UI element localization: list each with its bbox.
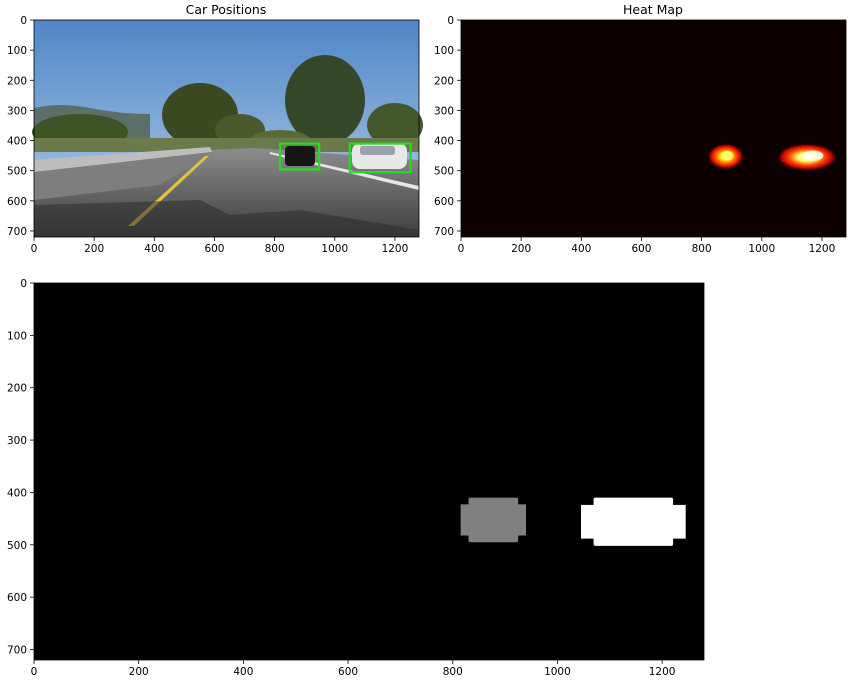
x-tick-label: 1000: [321, 243, 348, 255]
heat-map-background: [461, 20, 846, 237]
y-tick-label: 300: [7, 105, 27, 117]
x-tick-label: 400: [144, 243, 164, 255]
road-scene-image: [32, 20, 423, 237]
x-tick-label: 600: [631, 243, 651, 255]
y-tick-label: 400: [7, 487, 27, 499]
heat-map-title: Heat Map: [623, 2, 683, 17]
y-tick-label: 400: [434, 136, 454, 148]
heat-blob-peak: [720, 150, 734, 161]
y-tick-label: 300: [434, 105, 454, 117]
y-tick-label: 600: [434, 196, 454, 208]
label-region-core: [593, 497, 674, 546]
car-positions-title: Car Positions: [186, 2, 267, 17]
y-tick-label: 100: [434, 45, 454, 57]
labels-panel: 0 200 400 600 800 1000 1200 0 100 200 300 400 500 60…: [7, 278, 705, 678]
heat-blob-peak: [802, 150, 824, 161]
x-tick-label: 0: [31, 243, 38, 255]
x-tick-label: 0: [458, 243, 465, 255]
y-tick-label: 500: [7, 540, 27, 552]
x-tick-label: 800: [443, 666, 463, 678]
x-tick-label: 1200: [649, 666, 676, 678]
y-tick-label: 200: [7, 75, 27, 87]
x-tick-label: 400: [571, 243, 591, 255]
heat-map-panel: Heat Map 0 200 400 600 800 1000 1200 0 100 200 30…: [434, 2, 847, 255]
y-tick-label: 500: [7, 166, 27, 178]
labels-background: [34, 283, 704, 660]
y-tick-label: 700: [7, 226, 27, 238]
y-tick-label: 600: [7, 196, 27, 208]
y-tick-label: 0: [447, 15, 454, 27]
y-tick-label: 100: [7, 330, 27, 342]
label-region-core: [468, 497, 519, 543]
x-tick-label: 600: [338, 666, 358, 678]
x-tick-label: 400: [233, 666, 253, 678]
x-tick-label: 600: [204, 243, 224, 255]
x-tick-label: 200: [84, 243, 104, 255]
y-tick-label: 600: [7, 592, 27, 604]
car-positions-panel: Car Positions 0 200 400 600 800 1000 120…: [7, 2, 423, 255]
y-tick-label: 700: [434, 226, 454, 238]
x-tick-label: 800: [265, 243, 285, 255]
x-tick-label: 800: [692, 243, 712, 255]
y-tick-label: 400: [7, 136, 27, 148]
y-tick-label: 200: [434, 75, 454, 87]
x-tick-label: 1200: [382, 243, 409, 255]
y-tick-label: 300: [7, 435, 27, 447]
y-tick-label: 0: [20, 15, 27, 27]
x-tick-label: 1200: [809, 243, 836, 255]
x-tick-label: 1000: [748, 243, 775, 255]
y-tick-label: 200: [7, 383, 27, 395]
y-tick-label: 500: [434, 166, 454, 178]
x-tick-label: 200: [511, 243, 531, 255]
figure: Car Positions 0 200 400 600 800 1000 120…: [7, 2, 847, 678]
y-tick-label: 100: [7, 45, 27, 57]
x-tick-label: 1000: [544, 666, 571, 678]
x-tick-label: 0: [31, 666, 38, 678]
y-tick-label: 0: [20, 278, 27, 290]
x-tick-label: 200: [129, 666, 149, 678]
y-tick-label: 700: [7, 645, 27, 657]
